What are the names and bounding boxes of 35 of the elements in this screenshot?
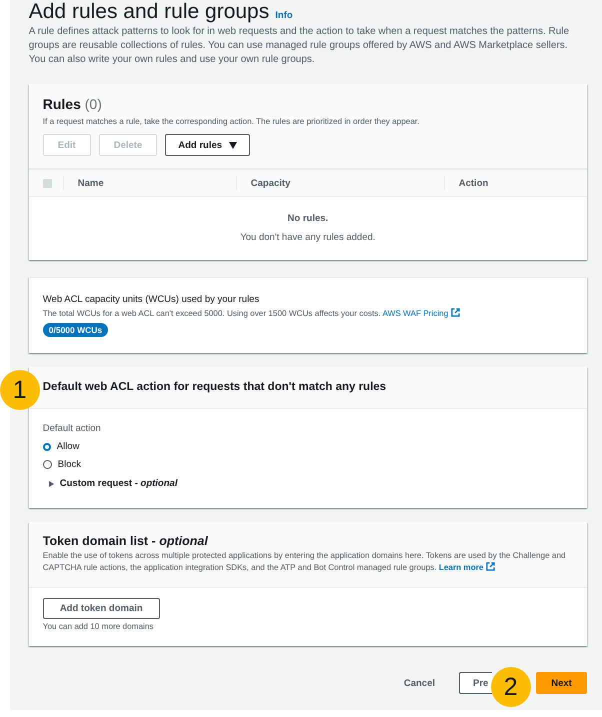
pricing-link[interactable]: AWS WAF Pricing: [382, 309, 460, 318]
section-title: Default web ACL action for requests that don't match any rules: [42, 381, 388, 393]
radio-label: Allow: [56, 441, 80, 452]
learn-more-link[interactable]: Learn more: [438, 563, 496, 572]
info-link[interactable]: Info: [275, 10, 293, 21]
field-label: Default action: [42, 423, 102, 434]
external-link-icon: [451, 308, 460, 317]
add-token-domain-button[interactable]: Add token domain: [42, 598, 160, 619]
radio-label: Block: [58, 459, 81, 470]
column-header: Action: [458, 178, 488, 188]
radio-button[interactable]: [42, 442, 51, 450]
field-hint: You can add 10 more domains: [42, 621, 155, 633]
step-callout: 2: [490, 667, 531, 707]
radio-button[interactable]: [42, 460, 52, 469]
capacity-description: The total WCUs for a web ACL can't exceed 5000. Using over 1500 WCUs affects your costs. AWS WAF Pricing: [42, 308, 573, 320]
page-description: A rule defines attack patterns to look for in web requests and the action to take when a request matches the patterns. Rule groups are reusable collections of rules. You can use managed rule groups offered by AWS and AWS Marketplace sellers. You can also write your own rules and use your own rule groups.: [28, 25, 570, 67]
next-button[interactable]: Next: [536, 672, 587, 694]
capacity-title: Web ACL capacity units (WCUs) used by your rules: [42, 294, 260, 305]
add-rules-button[interactable]: Add rules: [165, 134, 250, 156]
external-link-icon: [486, 562, 496, 571]
section-description: Enable the use of tokens across multiple protected applications by entering the application domains here. Tokens are used by the Challenge and CAPTCHA rule actions, the application integration SDKs, and the ATP and Bot Control managed rule groups. Learn more: [42, 550, 567, 574]
cancel-button[interactable]: Cancel: [390, 672, 449, 694]
section-title: Rules (0): [42, 96, 103, 112]
previous-button[interactable]: Pre: [459, 672, 492, 694]
column-header: Name: [78, 178, 104, 188]
empty-state-title: No rules.: [286, 213, 330, 224]
section-title: Token domain list - optional: [42, 534, 209, 548]
capacity-badge: 0/5000 WCUs: [42, 323, 108, 337]
column-header: Capacity: [250, 178, 290, 188]
caret-icon: [229, 142, 238, 148]
select-all-checkbox[interactable]: [42, 178, 52, 188]
section-description: If a request matches a rule, take the corresponding action. The rules are prioritized in order they appear.: [42, 116, 420, 128]
page-title: Add rules and rule groups: [28, 0, 270, 24]
empty-state-text: You don't have any rules added.: [240, 232, 376, 243]
custom-request-expander[interactable]: Custom request - optional: [48, 478, 178, 489]
